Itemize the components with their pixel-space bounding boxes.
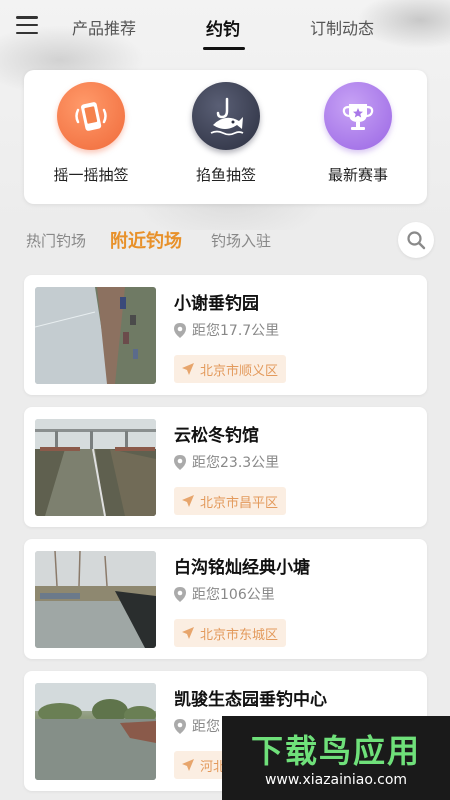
active-tab-indicator bbox=[203, 47, 245, 50]
spot-card[interactable]: 白沟铭灿经典小塘 距您106公里 北京市东城区 bbox=[24, 539, 427, 659]
search-button[interactable] bbox=[398, 222, 434, 258]
watermark-logo: 下载鸟应用 www.xiazainiao.com bbox=[222, 716, 450, 800]
feature-label: 摇一摇抽签 bbox=[53, 166, 129, 184]
location-pin-icon bbox=[174, 718, 186, 734]
spot-photo bbox=[35, 551, 156, 648]
spot-name: 小谢垂钓园 bbox=[174, 294, 259, 314]
spot-distance: 距您106公里 bbox=[174, 584, 275, 604]
navigation-arrow-icon bbox=[182, 363, 194, 375]
filter-nearby-spots[interactable]: 附近钓场 bbox=[110, 227, 182, 253]
top-nav: 产品推荐 约钓 订制动态 bbox=[0, 0, 450, 55]
spot-name: 凯骏生态园垂钓中心 bbox=[174, 690, 327, 710]
tab-yuediao[interactable]: 约钓 bbox=[206, 15, 240, 40]
trophy-icon bbox=[324, 82, 392, 150]
spot-card[interactable]: 小谢垂钓园 距您17.7公里 北京市顺义区 bbox=[24, 275, 427, 395]
spot-distance-text: 距您23.3公里 bbox=[192, 455, 280, 471]
location-pin-icon bbox=[174, 586, 186, 602]
navigation-arrow-icon bbox=[182, 627, 194, 639]
location-pin-icon bbox=[174, 322, 186, 338]
tab-product-recommend[interactable]: 产品推荐 bbox=[72, 15, 136, 39]
fish-hook-icon bbox=[192, 82, 260, 150]
spot-photo bbox=[35, 419, 156, 516]
spot-card[interactable]: 云松冬钓馆 距您23.3公里 北京市昌平区 bbox=[24, 407, 427, 527]
spot-name: 云松冬钓馆 bbox=[174, 426, 259, 446]
location-pin-icon bbox=[174, 454, 186, 470]
spot-distance: 距您 bbox=[174, 716, 220, 736]
spot-area-badge: 北京市顺义区 bbox=[174, 355, 287, 383]
spot-photo bbox=[35, 287, 156, 384]
filter-tabs: 热门钓场 附近钓场 钓场入驻 bbox=[0, 222, 450, 260]
spot-area-text: 北京市昌平区 bbox=[200, 495, 279, 511]
feature-fish-draw[interactable]: 掐鱼抽签 bbox=[166, 82, 286, 185]
spot-area-text: 北京市顺义区 bbox=[200, 363, 279, 379]
spot-distance-text: 距您17.7公里 bbox=[192, 323, 280, 339]
navigation-arrow-icon bbox=[182, 495, 194, 507]
spot-distance-text: 距您106公里 bbox=[192, 587, 275, 603]
phone-shake-icon bbox=[57, 82, 125, 150]
spot-area-text: 北京市东城区 bbox=[200, 627, 279, 643]
spot-photo bbox=[35, 683, 156, 780]
spot-name: 白沟铭灿经典小塘 bbox=[174, 558, 310, 578]
spot-area-badge: 北京市东城区 bbox=[174, 619, 287, 647]
menu-icon[interactable] bbox=[16, 16, 38, 34]
tab-custom-news[interactable]: 订制动态 bbox=[310, 15, 374, 39]
spot-area-badge: 北京市昌平区 bbox=[174, 487, 287, 515]
navigation-arrow-icon bbox=[182, 759, 194, 771]
watermark-title: 下载鸟应用 bbox=[250, 732, 421, 770]
filter-spot-join[interactable]: 钓场入驻 bbox=[211, 230, 271, 251]
feature-label: 最新赛事 bbox=[327, 166, 388, 184]
feature-shake-draw[interactable]: 摇一摇抽签 bbox=[31, 82, 151, 185]
feature-latest-events[interactable]: 最新赛事 bbox=[298, 82, 418, 185]
search-icon bbox=[407, 231, 426, 250]
filter-hot-spots[interactable]: 热门钓场 bbox=[26, 230, 86, 251]
watermark-url: www.xiazainiao.com bbox=[264, 772, 408, 788]
feature-label: 掐鱼抽签 bbox=[195, 166, 256, 184]
feature-card: 摇一摇抽签 掐鱼抽签 最新赛事 bbox=[24, 70, 427, 204]
spot-distance: 距您17.7公里 bbox=[174, 320, 279, 340]
spot-distance-text: 距您 bbox=[192, 719, 220, 735]
spot-distance: 距您23.3公里 bbox=[174, 452, 279, 472]
